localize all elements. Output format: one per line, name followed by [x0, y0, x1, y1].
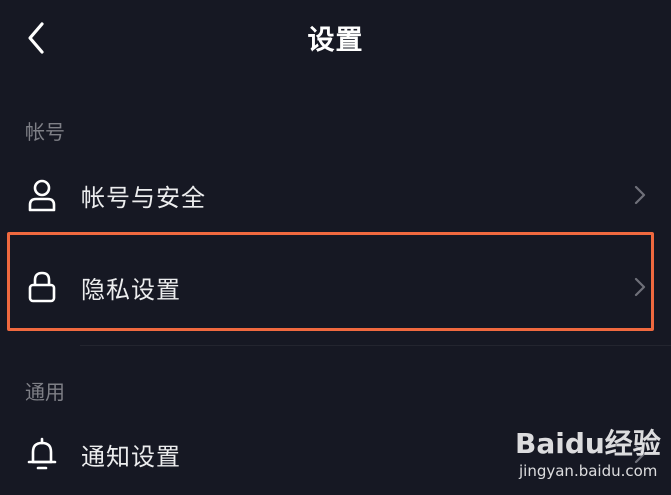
- divider: [80, 345, 671, 346]
- section-label-account: 帐号: [25, 120, 65, 144]
- chevron-right-icon: [634, 185, 646, 205]
- header: 设置: [0, 0, 671, 76]
- user-icon: [28, 179, 56, 212]
- account-security-item[interactable]: 帐号与安全: [14, 156, 654, 234]
- page-title: 设置: [307, 25, 364, 56]
- watermark-logo: Baidu经验: [515, 427, 661, 460]
- watermark: Baidu经验 jingyan.baidu.com: [515, 422, 665, 492]
- bell-icon: [27, 437, 57, 470]
- account-security-label: 帐号与安全: [81, 184, 206, 212]
- section-label-general: 通用: [25, 380, 65, 404]
- highlight-box: [7, 232, 654, 331]
- watermark-url: jingyan.baidu.com: [519, 462, 658, 480]
- notification-settings-label: 通知设置: [81, 443, 181, 471]
